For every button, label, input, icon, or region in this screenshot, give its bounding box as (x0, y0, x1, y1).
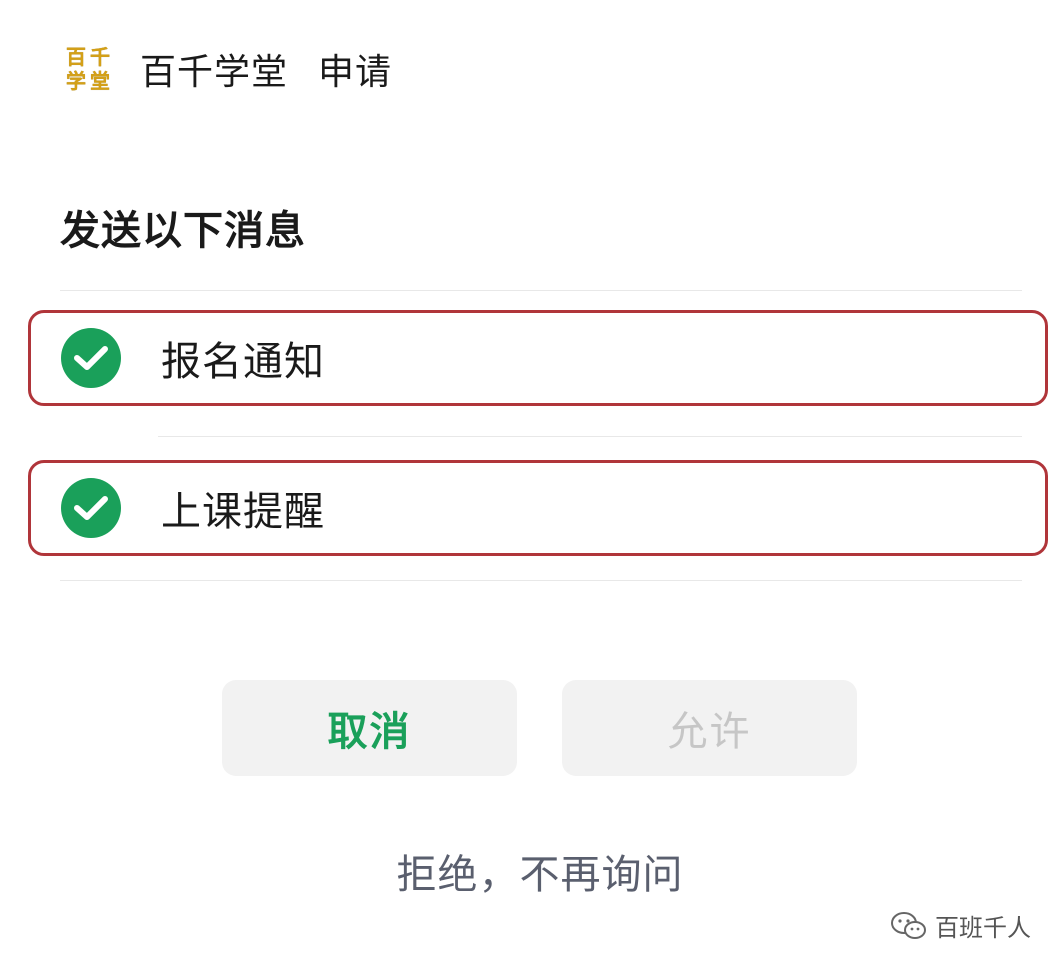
dialog-header: 百 千 学 堂 百千学堂 申请 (64, 44, 392, 94)
divider (60, 290, 1022, 291)
watermark: 百班千人 (889, 908, 1031, 943)
option-label: 上课提醒 (161, 489, 325, 535)
divider (60, 580, 1022, 581)
option-signup-notice[interactable]: 报名通知 (28, 310, 1048, 406)
logo-char: 学 (66, 69, 86, 93)
section-title: 发送以下消息 (60, 208, 306, 254)
logo-char: 百 (66, 45, 86, 69)
check-circle-icon[interactable] (61, 328, 121, 388)
logo-char: 千 (90, 45, 110, 69)
divider (158, 436, 1022, 437)
permission-dialog: 百 千 学 堂 百千学堂 申请 发送以下消息 报名通知 上课提醒 取消 允许 拒… (0, 0, 1063, 973)
request-label: 申请 (318, 52, 393, 93)
cancel-button[interactable]: 取消 (222, 680, 517, 776)
wechat-icon (891, 911, 926, 939)
option-label: 报名通知 (161, 339, 325, 385)
allow-button[interactable]: 允许 (562, 680, 857, 776)
check-circle-icon[interactable] (61, 478, 121, 538)
option-class-reminder[interactable]: 上课提醒 (28, 460, 1048, 556)
app-name: 百千学堂 (140, 52, 289, 93)
reject-never-ask-link[interactable]: 拒绝，不再询问 (0, 842, 1063, 900)
app-logo: 百 千 学 堂 (64, 45, 112, 93)
logo-char: 堂 (90, 69, 110, 93)
watermark-text: 百班千人 (935, 914, 1031, 942)
